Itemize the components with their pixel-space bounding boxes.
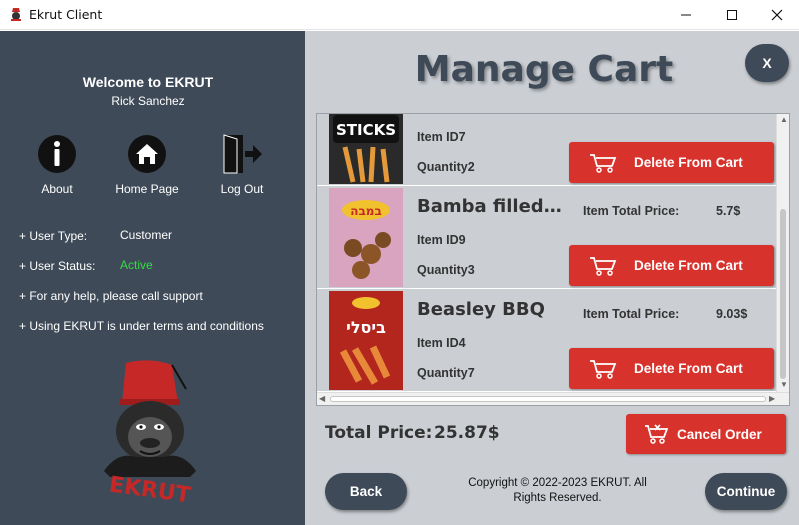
item-id: Item ID7 <box>417 130 466 144</box>
home-page-label: Home Page <box>115 182 179 196</box>
ekrut-gorilla-logo: EKRUT <box>104 360 196 509</box>
home-page-button[interactable]: Home Page <box>112 133 182 196</box>
beasley-snack-thumbnail: ביסלי <box>329 291 403 390</box>
home-icon <box>128 135 166 173</box>
user-type-value: Customer <box>120 228 173 242</box>
sticks-thumb-text: STICKS <box>336 121 396 139</box>
cancel-order-button[interactable]: Cancel Order <box>626 414 786 454</box>
logout-button[interactable]: Log Out <box>207 133 277 196</box>
total-price-value: 25.87$ <box>434 423 500 443</box>
bamba-snack-thumbnail: במבה <box>329 188 403 287</box>
item-id: Item ID4 <box>417 336 466 350</box>
window-title: Ekrut Client <box>29 7 103 22</box>
cart-remove-icon <box>590 256 617 276</box>
item-id: Item ID9 <box>417 233 466 247</box>
user-type-label: + User Type: <box>19 229 88 243</box>
item-total-price-label: Item Total Price: <box>583 204 680 218</box>
scroll-up-icon[interactable]: ▲ <box>780 115 788 124</box>
sticks-snack-thumbnail: STICKS <box>329 114 403 184</box>
about-label: About <box>41 182 73 196</box>
cart-item-row: ביסלי Beasley BBQ Item Total Price: 9.03… <box>317 289 777 392</box>
window-close-button[interactable] <box>754 0 799 30</box>
logout-label: Log Out <box>220 182 264 196</box>
page-title: Manage Cart <box>414 49 674 90</box>
cart-rows: STICKS Item ID7 Quantity2 Delete From Ca… <box>317 114 777 392</box>
delete-from-cart-button[interactable]: Delete From Cart <box>569 142 774 183</box>
item-total-price-value: 5.7$ <box>716 204 741 218</box>
minimize-icon <box>681 14 691 16</box>
beasley-thumb-text: ביסלי <box>346 318 386 337</box>
about-button[interactable]: About <box>22 133 92 196</box>
cart-remove-icon <box>590 153 617 173</box>
vertical-scrollbar[interactable]: ▲ ▼ <box>776 114 789 392</box>
horizontal-scroll-thumb[interactable] <box>330 396 766 402</box>
user-status-value: Active <box>120 258 153 272</box>
user-status-label: + User Status: <box>19 259 96 273</box>
cart-list: STICKS Item ID7 Quantity2 Delete From Ca… <box>316 113 790 406</box>
item-quantity: Quantity2 <box>417 160 475 174</box>
delete-from-cart-button[interactable]: Delete From Cart <box>569 348 774 389</box>
cart-cancel-icon <box>645 424 668 444</box>
minimize-button[interactable] <box>663 0 709 30</box>
window-titlebar: Ekrut Client <box>0 0 799 30</box>
scroll-left-icon[interactable]: ◀ <box>319 394 325 403</box>
item-quantity: Quantity3 <box>417 263 475 277</box>
main-panel: Manage Cart X STICKS Item ID7 Quantity2 <box>305 31 799 525</box>
continue-button[interactable]: Continue <box>705 473 787 510</box>
logo-text: EKRUT <box>108 472 193 508</box>
cart-item-row: STICKS Item ID7 Quantity2 Delete From Ca… <box>317 114 777 186</box>
info-icon <box>38 135 76 173</box>
item-total-price-value: 9.03$ <box>716 307 748 321</box>
total-price-label: Total Price: <box>325 423 433 443</box>
delete-label: Delete From Cart <box>634 361 743 376</box>
delete-from-cart-button[interactable]: Delete From Cart <box>569 245 774 286</box>
support-text: + For any help, please call support <box>19 289 203 303</box>
cart-remove-icon <box>590 359 617 379</box>
welcome-heading: Welcome to EKRUT <box>82 74 214 90</box>
item-total-price-label: Item Total Price: <box>583 307 680 321</box>
item-quantity: Quantity7 <box>417 366 475 380</box>
terms-text: + Using EKRUT is under terms and conditi… <box>19 319 264 333</box>
user-name: Rick Sanchez <box>111 94 185 108</box>
close-icon <box>771 9 783 21</box>
cart-item-row: במבה Bamba filled wi... Item Total Price… <box>317 186 777 289</box>
sidebar: Welcome to EKRUT Rick Sanchez About Home… <box>0 31 305 525</box>
maximize-button[interactable] <box>709 0 755 30</box>
horizontal-scrollbar[interactable]: ◀ ▶ <box>317 392 789 405</box>
scroll-down-icon[interactable]: ▼ <box>780 380 788 389</box>
item-name: Beasley BBQ <box>417 299 545 320</box>
back-button[interactable]: Back <box>325 473 407 510</box>
bamba-thumb-text: במבה <box>350 204 382 218</box>
close-cart-button[interactable]: X <box>745 44 789 82</box>
delete-label: Delete From Cart <box>634 258 743 273</box>
cancel-order-label: Cancel Order <box>677 426 762 442</box>
scroll-right-icon[interactable]: ▶ <box>769 394 775 403</box>
copyright-text: Copyright © 2022-2023 EKRUT. All Rights … <box>468 477 647 504</box>
logout-icon <box>223 134 262 174</box>
item-name: Bamba filled wi... <box>417 196 567 217</box>
ekrut-app-icon <box>11 8 21 21</box>
maximize-icon <box>727 10 737 20</box>
vertical-scroll-thumb[interactable] <box>780 209 786 379</box>
delete-label: Delete From Cart <box>634 155 743 170</box>
